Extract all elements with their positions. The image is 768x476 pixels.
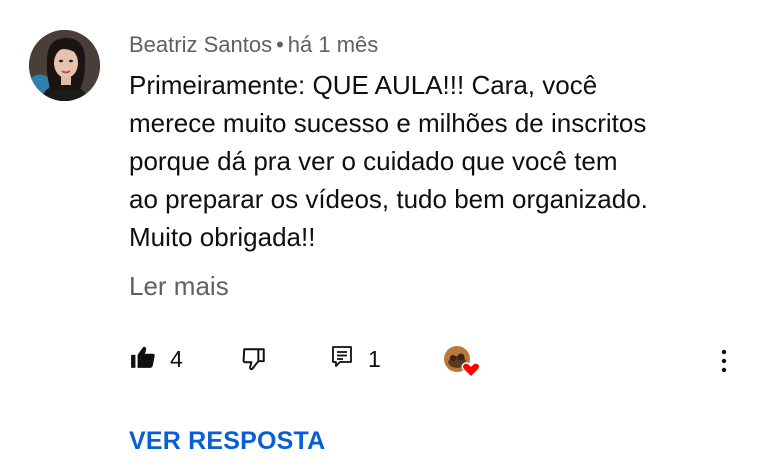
more-vertical-icon [712, 349, 736, 380]
like-count: 4 [170, 345, 183, 372]
comment-text-line: porque dá pra ver o cuidado que você tem [129, 146, 618, 176]
comment-text-line: Muito obrigada!! [129, 222, 316, 252]
comment-text: Primeiramente: QUE AULA!!! Cara, você me… [129, 66, 739, 256]
creator-heart-icon [443, 344, 483, 380]
comment-timestamp[interactable]: há 1 mês [288, 32, 379, 57]
comment-text-line: ao preparar os vídeos, tudo bem organiza… [129, 184, 648, 214]
thumbs-up-filled-icon [130, 344, 156, 375]
meta-separator: • [276, 32, 284, 57]
read-more-link[interactable]: Ler mais [129, 269, 229, 303]
author-name[interactable]: Beatriz Santos [129, 32, 272, 57]
comment-text-line: Primeiramente: QUE AULA!!! Cara, você [129, 70, 598, 100]
author-avatar[interactable] [29, 30, 100, 101]
like-button[interactable]: 4 [130, 344, 183, 374]
dislike-button[interactable] [241, 346, 267, 376]
comment-text-line: merece muito sucesso e milhões de inscri… [129, 108, 647, 138]
comment-thread: Beatriz Santos • há 1 mês Primeiramente: Q… [0, 0, 768, 476]
reply-button[interactable]: 1 [330, 344, 381, 374]
thumbs-down-icon [241, 346, 267, 377]
comment-header: Beatriz Santos • há 1 mês [129, 32, 378, 58]
reply-count: 1 [368, 345, 381, 372]
reply-comment-icon [330, 344, 354, 375]
more-actions-button[interactable] [712, 346, 736, 376]
view-replies-button[interactable]: VER RESPOSTA [129, 425, 325, 457]
